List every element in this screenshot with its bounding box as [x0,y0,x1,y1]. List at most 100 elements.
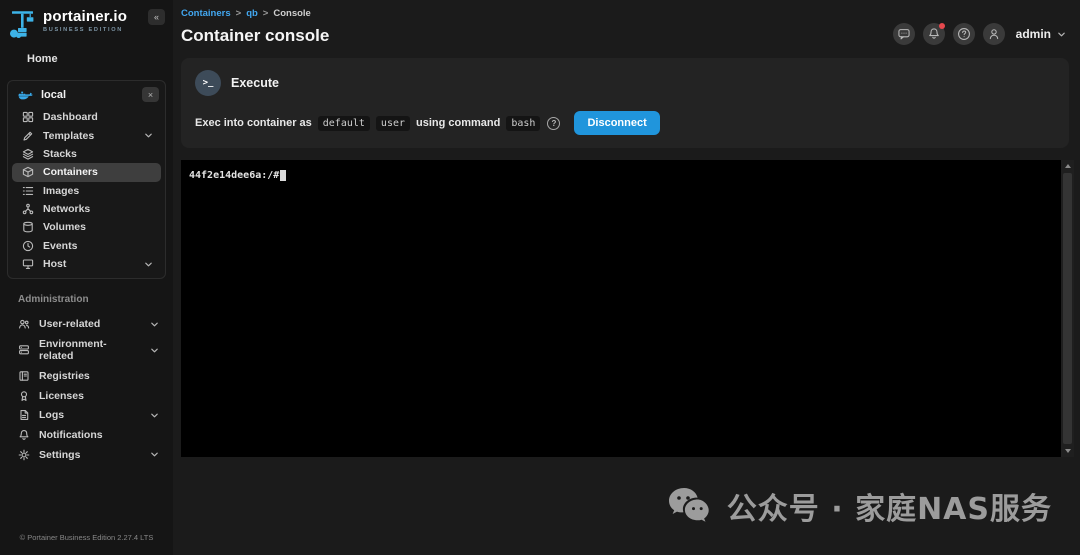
user-menu[interactable]: admin [1016,27,1066,41]
sidebar-item-licenses[interactable]: Licenses [0,386,173,406]
sidebar-collapse-button[interactable]: « [148,9,165,25]
breadcrumb-separator: > [235,8,242,19]
terminal-container: 44f2e14dee6a:/# [181,160,1074,457]
breadcrumb: Containers > qb > Console [181,8,1069,19]
terminal-cursor [280,170,287,181]
breadcrumb-item-qb[interactable]: qb [246,8,258,19]
containers-icon [22,166,34,178]
environments-icon [18,344,30,356]
help-button[interactable] [952,23,975,45]
sidebar-item-label: Volumes [43,221,86,234]
sidebar-item-volumes[interactable]: Volumes [12,218,161,236]
sidebar-item-user-related[interactable]: User-related [0,314,173,334]
events-icon [22,240,34,252]
settings-icon [18,449,30,461]
sidebar-item-settings[interactable]: Settings [0,445,173,465]
terminal[interactable]: 44f2e14dee6a:/# [181,160,1061,457]
sidebar-item-label: Environment-related [39,338,107,363]
sidebar-item-label: Registries [39,369,90,382]
registries-icon [18,370,30,382]
chevron-down-icon [150,450,159,459]
logo: portainer.io BUSINESS EDITION « [0,0,173,41]
sidebar-item-home[interactable]: Home [0,41,173,75]
app-title: portainer.io [43,8,128,25]
sidebar-item-images[interactable]: Images [12,182,161,200]
images-icon [22,185,34,197]
help-tooltip-icon[interactable]: ? [547,116,561,130]
main-content: Containers > qb > Console Container console … [173,0,1080,555]
sidebar-item-label: Home [27,53,58,65]
sidebar-item-registries[interactable]: Registries [0,366,173,386]
code-chip: user [375,115,411,131]
user-name: admin [1015,27,1051,41]
chevron-down-icon [150,320,159,329]
chevron-down-icon [150,411,159,420]
environment-panel: local × Dashboard Templates Stacks Containe… [7,80,166,280]
sidebar-item-host[interactable]: Host [12,255,161,273]
sidebar-item-notifications[interactable]: Notifications [0,425,173,445]
sidebar-item-events[interactable]: Events [12,237,161,255]
execute-description: Exec into container as default user using c… [195,115,541,131]
administration-section: Administration User-related Environment-r… [0,294,173,464]
notification-badge [938,23,945,29]
host-icon [22,258,34,270]
scrollbar-thumb[interactable] [1063,173,1072,444]
sidebar-item-dashboard[interactable]: Dashboard [12,108,161,126]
sidebar-item-label: Settings [39,448,81,461]
disconnect-button[interactable]: Disconnect [574,111,660,135]
sidebar: portainer.io BUSINESS EDITION « Home loc… [0,0,173,555]
administration-menu: User-related Environment-related Registrie… [0,314,173,464]
description-text: using command [416,117,501,129]
sidebar-item-networks[interactable]: Networks [12,200,161,218]
scroll-down-button[interactable] [1061,445,1074,457]
page-header: Containers > qb > Console Container console … [173,0,1080,46]
sidebar-item-label: Images [43,184,80,197]
terminal-scrollbar[interactable] [1061,160,1074,457]
breadcrumb-item-containers[interactable]: Containers [181,8,231,19]
bell-button[interactable] [922,23,945,45]
app-subtitle: BUSINESS EDITION [43,27,124,33]
chevron-down-icon [1057,30,1066,39]
sidebar-item-logs[interactable]: Logs [0,406,173,426]
sidebar-item-label: Stacks [43,147,77,160]
watermark-text: 公众号 · 家庭NAS服务 [726,492,1052,527]
chevron-down-icon [150,346,159,355]
close-icon[interactable]: × [142,87,159,102]
volumes-icon [22,221,34,233]
sidebar-footer-version: © Portainer Business Edition 2.27.4 LTS [19,533,154,542]
environment-name: local [41,88,67,101]
arrow-up-icon [1064,164,1071,168]
sidebar-item-label: Containers [43,166,98,179]
watermark: 公众号 · 家庭NAS服务 [667,484,1052,528]
environment-header[interactable]: local × [8,81,165,108]
execute-panel-title: Execute [231,76,279,90]
sidebar-item-label: Host [43,258,67,271]
sidebar-item-stacks[interactable]: Stacks [12,145,161,163]
chat-icon [897,27,911,41]
chevron-down-icon [144,260,153,269]
sidebar-item-label: User-related [39,318,101,331]
environment-menu: Dashboard Templates Stacks Containers Images… [8,108,165,273]
bell-icon [927,27,941,41]
user-button[interactable] [982,23,1005,45]
code-chip: default [317,115,370,131]
arrow-down-icon [1064,449,1071,453]
sidebar-item-templates[interactable]: Templates [12,126,161,144]
licenses-icon [18,390,30,402]
networks-icon [22,203,34,215]
chevron-down-icon [144,131,153,140]
description-text: Exec into container as [195,117,312,129]
templates-icon [22,130,34,142]
portainer-logo-icon [9,9,37,39]
execute-panel-header: >_ Execute [195,70,1055,96]
scroll-up-button[interactable] [1061,160,1074,172]
chat-button[interactable] [892,23,915,45]
user-icon [987,27,1001,41]
header-actions: admin [892,23,1066,45]
help-icon [957,27,971,41]
sidebar-item-label: Logs [39,409,65,422]
sidebar-item-containers[interactable]: Containers [12,163,161,182]
sidebar-item-environment-related[interactable]: Environment-related [0,334,173,366]
sidebar-item-label: Templates [43,129,95,142]
administration-heading: Administration [18,294,89,306]
